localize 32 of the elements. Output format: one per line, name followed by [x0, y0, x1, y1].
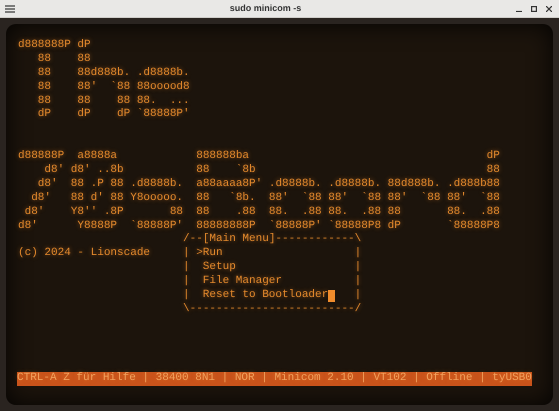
close-icon[interactable]: [546, 6, 552, 12]
ascii-art-line: d8' Y8888P `88888P' 88888888P `88888P' `88888P8 dP `88888P8: [18, 220, 500, 233]
menu-item[interactable]: >Run: [196, 247, 223, 262]
ascii-art-line: dP dP dP `88888P': [36, 108, 190, 122]
ascii-art-line: 88 88 88 88. ...: [36, 94, 190, 108]
window-title: sudo minicom -s: [228, 2, 302, 15]
menu-border: |: [183, 261, 190, 275]
status-bar: CTRL-A Z für Hilfe | 38400 8N1 | NOR | Minicom 2.10 | VT102 | Offline | tyUSB0: [17, 372, 532, 386]
menu-border: |: [183, 247, 190, 261]
ascii-art-line: 88 88' `88 88ooood8: [36, 80, 190, 95]
ascii-art-line: d8' Y8'' .8P 88 88 .88 88. .88 88. .88 88 88. .88: [24, 206, 500, 220]
ascii-art-line: d8' d8' ..8b 88 `8b 88: [43, 164, 500, 178]
ascii-art-line: d88888P a8888a 888888ba dP: [18, 150, 500, 164]
ascii-art-line: 88 88: [36, 52, 91, 67]
menu-border: |: [354, 289, 362, 303]
menu-border: |: [354, 275, 362, 289]
maximize-icon[interactable]: [531, 6, 537, 12]
ascii-art-line: d888888P dP: [18, 39, 91, 53]
menu-icon[interactable]: [5, 4, 15, 12]
menu-border: |: [354, 247, 362, 261]
ascii-art-line: 88 88d888b. .d8888b.: [36, 66, 190, 81]
menu-item[interactable]: Setup: [202, 261, 236, 276]
menu-item[interactable]: File Manager: [202, 275, 282, 290]
menu-border: |: [183, 289, 190, 303]
ascii-art-line: d8' 88 d' 88 Y8ooooo. 88 `8b. 88' `88 88' `88 88' `88 88' `88: [30, 192, 500, 206]
menu-border: \-------------------------/: [183, 302, 362, 317]
menu-border: |: [183, 275, 190, 289]
ascii-art-line: d8' 88 .P 88 .d8888b. a88aaaa8P' .d8888b. .d8888b. 88d888b. .d888b88: [36, 178, 500, 192]
menu-border: /--[Main Menu]------------\: [183, 233, 362, 247]
menu-border: |: [354, 261, 362, 275]
menu-item[interactable]: Reset to Bootloader: [202, 289, 328, 303]
copyright-text: (c) 2024 - Lionscade: [18, 247, 150, 260]
